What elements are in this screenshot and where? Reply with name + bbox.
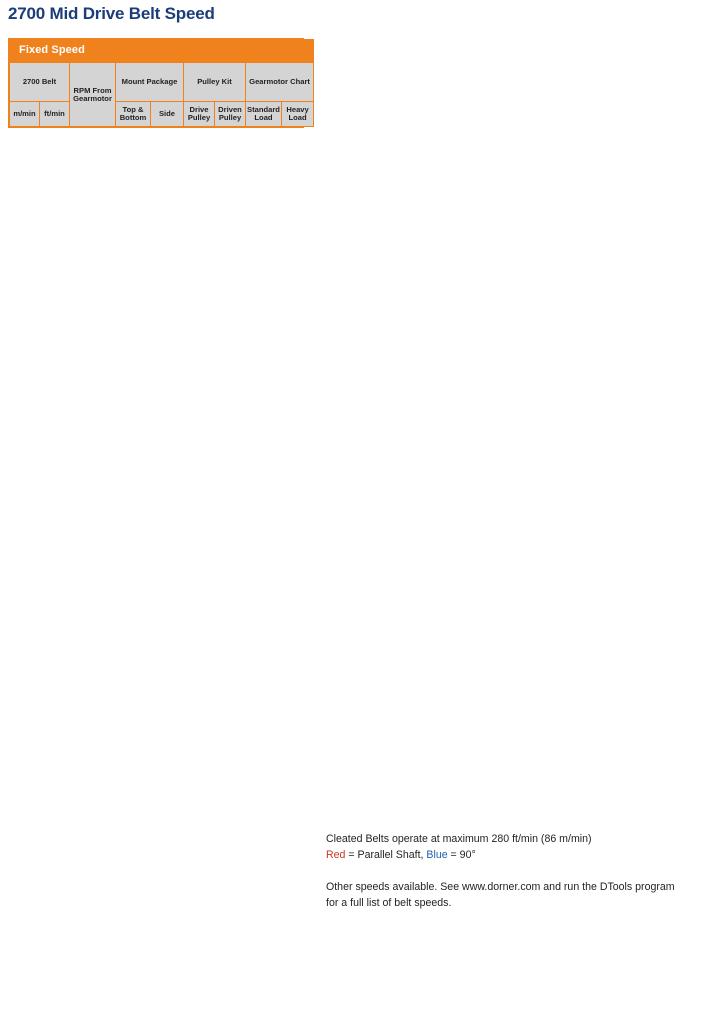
header-ft-per-min: ft/min — [39, 101, 70, 127]
sub-header-row: m/min ft/min Top & Bottom Side Drive Pul… — [9, 101, 315, 127]
belt-speed-table-container: Fixed Speed 2700 Belt RPM From Gearmotor… — [8, 38, 315, 128]
legend-middle-text: = Parallel Shaft, — [345, 849, 427, 861]
page-title: 2700 Mid Drive Belt Speed — [8, 4, 215, 23]
header-driven-pulley: Driven Pulley — [214, 101, 246, 127]
notes-block: Cleated Belts operate at maximum 280 ft/… — [326, 831, 711, 911]
fixed-speed-banner-label: Fixed Speed — [8, 39, 315, 63]
legend-red-word: Red — [326, 849, 346, 861]
notes-spacer — [326, 863, 711, 879]
header-rpm-from-gearmotor: RPM From Gearmotor — [69, 62, 116, 127]
header-drive-pulley: Drive Pulley — [183, 101, 215, 127]
header-heavy-load: Heavy Load — [280, 101, 315, 127]
header-gearmotor-chart: Gearmotor Chart — [244, 62, 315, 102]
belt-speed-table: Fixed Speed 2700 Belt RPM From Gearmotor… — [8, 39, 315, 127]
legend-blue-word: Blue — [426, 849, 448, 861]
header-standard-load: Standard Load — [245, 101, 282, 127]
header-mount-package: Mount Package — [115, 62, 184, 102]
page-root: 2700 Mid Drive Belt Speed Fixed Speed 27… — [0, 0, 724, 1024]
header-2700-belt: 2700 Belt — [9, 62, 70, 102]
fixed-speed-banner-row: Fixed Speed — [8, 39, 315, 63]
header-top-bottom: Top & Bottom — [115, 101, 151, 127]
header-m-per-min: m/min — [9, 101, 40, 127]
table-body: Fixed Speed 2700 Belt RPM From Gearmotor… — [8, 39, 315, 127]
header-pulley-kit: Pulley Kit — [183, 62, 246, 102]
note-other-speeds-line1: Other speeds available. See www.dorner.c… — [326, 881, 675, 893]
note-color-legend: Red = Parallel Shaft, Blue = 90° — [326, 847, 711, 863]
note-cleated-belts: Cleated Belts operate at maximum 280 ft/… — [326, 833, 592, 845]
note-other-speeds-line2: for a full list of belt speeds. — [326, 897, 452, 909]
group-header-row: 2700 Belt RPM From Gearmotor Mount Packa… — [9, 62, 315, 127]
legend-tail-text: = 90° — [447, 849, 476, 861]
header-side: Side — [150, 101, 184, 127]
